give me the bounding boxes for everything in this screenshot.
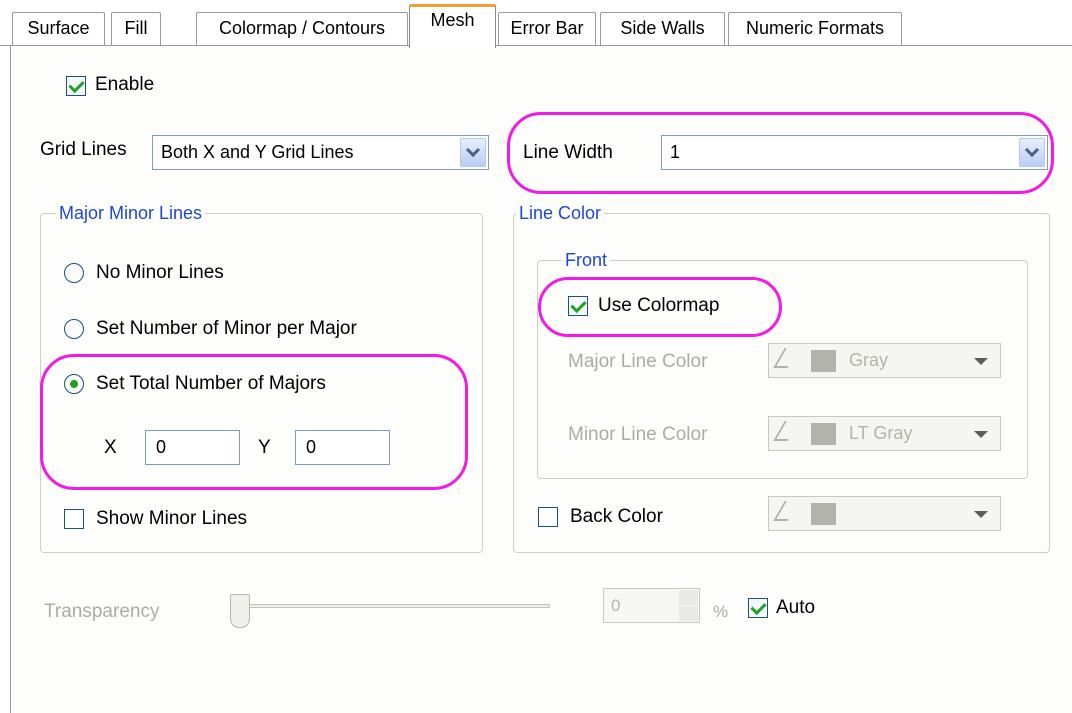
minor-per-major-label: Set Number of Minor per Major — [96, 318, 357, 339]
transparency-label: Transparency — [44, 601, 160, 622]
color-swatch — [811, 423, 836, 445]
no-minor-lines-label: No Minor Lines — [96, 262, 224, 283]
major-line-color-select[interactable]: Gray — [768, 343, 1001, 378]
show-minor-lines-label: Show Minor Lines — [96, 508, 248, 529]
line-width-select[interactable]: 1 — [661, 135, 1048, 170]
auto-label: Auto — [776, 597, 816, 618]
y-label: Y — [258, 437, 271, 458]
auto-checkbox[interactable] — [748, 598, 768, 618]
chevron-down-icon — [974, 358, 988, 365]
back-color-checkbox[interactable] — [538, 507, 558, 527]
use-colormap-checkbox[interactable] — [568, 296, 588, 316]
chevron-down-icon — [974, 511, 988, 518]
tab-error-bar[interactable]: Error Bar — [498, 12, 596, 46]
minor-line-color-value: LT Gray — [849, 423, 913, 443]
tab-strip-divider — [0, 45, 1072, 46]
y-input[interactable]: 0 — [295, 430, 390, 465]
grid-lines-label: Grid Lines — [40, 139, 127, 160]
minor-per-major-radio[interactable] — [64, 319, 84, 339]
transparency-value: 0 — [611, 596, 621, 615]
back-color-label: Back Color — [570, 506, 663, 527]
x-label: X — [104, 437, 117, 458]
major-line-color-value: Gray — [849, 350, 889, 370]
back-color-select[interactable] — [768, 496, 1001, 531]
tab-strip: Surface Fill Colormap / Contours Mesh Er… — [0, 0, 1072, 48]
tab-mesh[interactable]: Mesh — [409, 4, 496, 48]
grid-lines-select[interactable]: Both X and Y Grid Lines — [152, 135, 489, 170]
pencil-icon — [773, 348, 799, 368]
grid-lines-dropdown-arrow[interactable] — [460, 138, 486, 167]
line-width-label: Line Width — [523, 142, 613, 163]
minor-line-color-label: Minor Line Color — [568, 424, 708, 445]
transparency-slider-track[interactable] — [234, 604, 550, 608]
grid-lines-value: Both X and Y Grid Lines — [161, 142, 354, 162]
percent-unit-label: % — [713, 602, 729, 621]
no-minor-lines-radio[interactable] — [64, 263, 84, 283]
spin-down-button[interactable] — [679, 606, 698, 621]
pencil-icon — [773, 421, 799, 441]
line-width-value: 1 — [670, 142, 681, 162]
tab-numeric-formats[interactable]: Numeric Formats — [728, 12, 902, 46]
major-minor-lines-title: Major Minor Lines — [56, 202, 206, 224]
color-swatch — [811, 503, 836, 525]
total-majors-label: Set Total Number of Majors — [96, 373, 326, 394]
color-swatch — [811, 350, 836, 372]
use-colormap-label: Use Colormap — [598, 295, 720, 316]
spin-up-button[interactable] — [679, 590, 698, 605]
chevron-down-icon — [974, 431, 988, 438]
total-majors-radio[interactable] — [64, 374, 84, 394]
transparency-slider-thumb[interactable] — [230, 594, 250, 628]
x-input[interactable]: 0 — [145, 430, 240, 465]
enable-checkbox[interactable] — [66, 76, 86, 96]
front-title: Front — [562, 249, 611, 271]
enable-label: Enable — [95, 74, 155, 95]
tab-colormap-contours[interactable]: Colormap / Contours — [196, 12, 408, 46]
line-width-dropdown-arrow[interactable] — [1019, 138, 1045, 167]
show-minor-lines-checkbox[interactable] — [64, 509, 84, 529]
pencil-icon — [773, 501, 799, 521]
major-line-color-label: Major Line Color — [568, 351, 708, 372]
tab-fill[interactable]: Fill — [111, 12, 161, 46]
minor-line-color-select[interactable]: LT Gray — [768, 416, 1001, 451]
line-color-title: Line Color — [516, 202, 605, 224]
tab-surface[interactable]: Surface — [12, 12, 105, 46]
tab-side-walls[interactable]: Side Walls — [600, 12, 725, 46]
transparency-spinbox[interactable]: 0 — [603, 588, 700, 623]
